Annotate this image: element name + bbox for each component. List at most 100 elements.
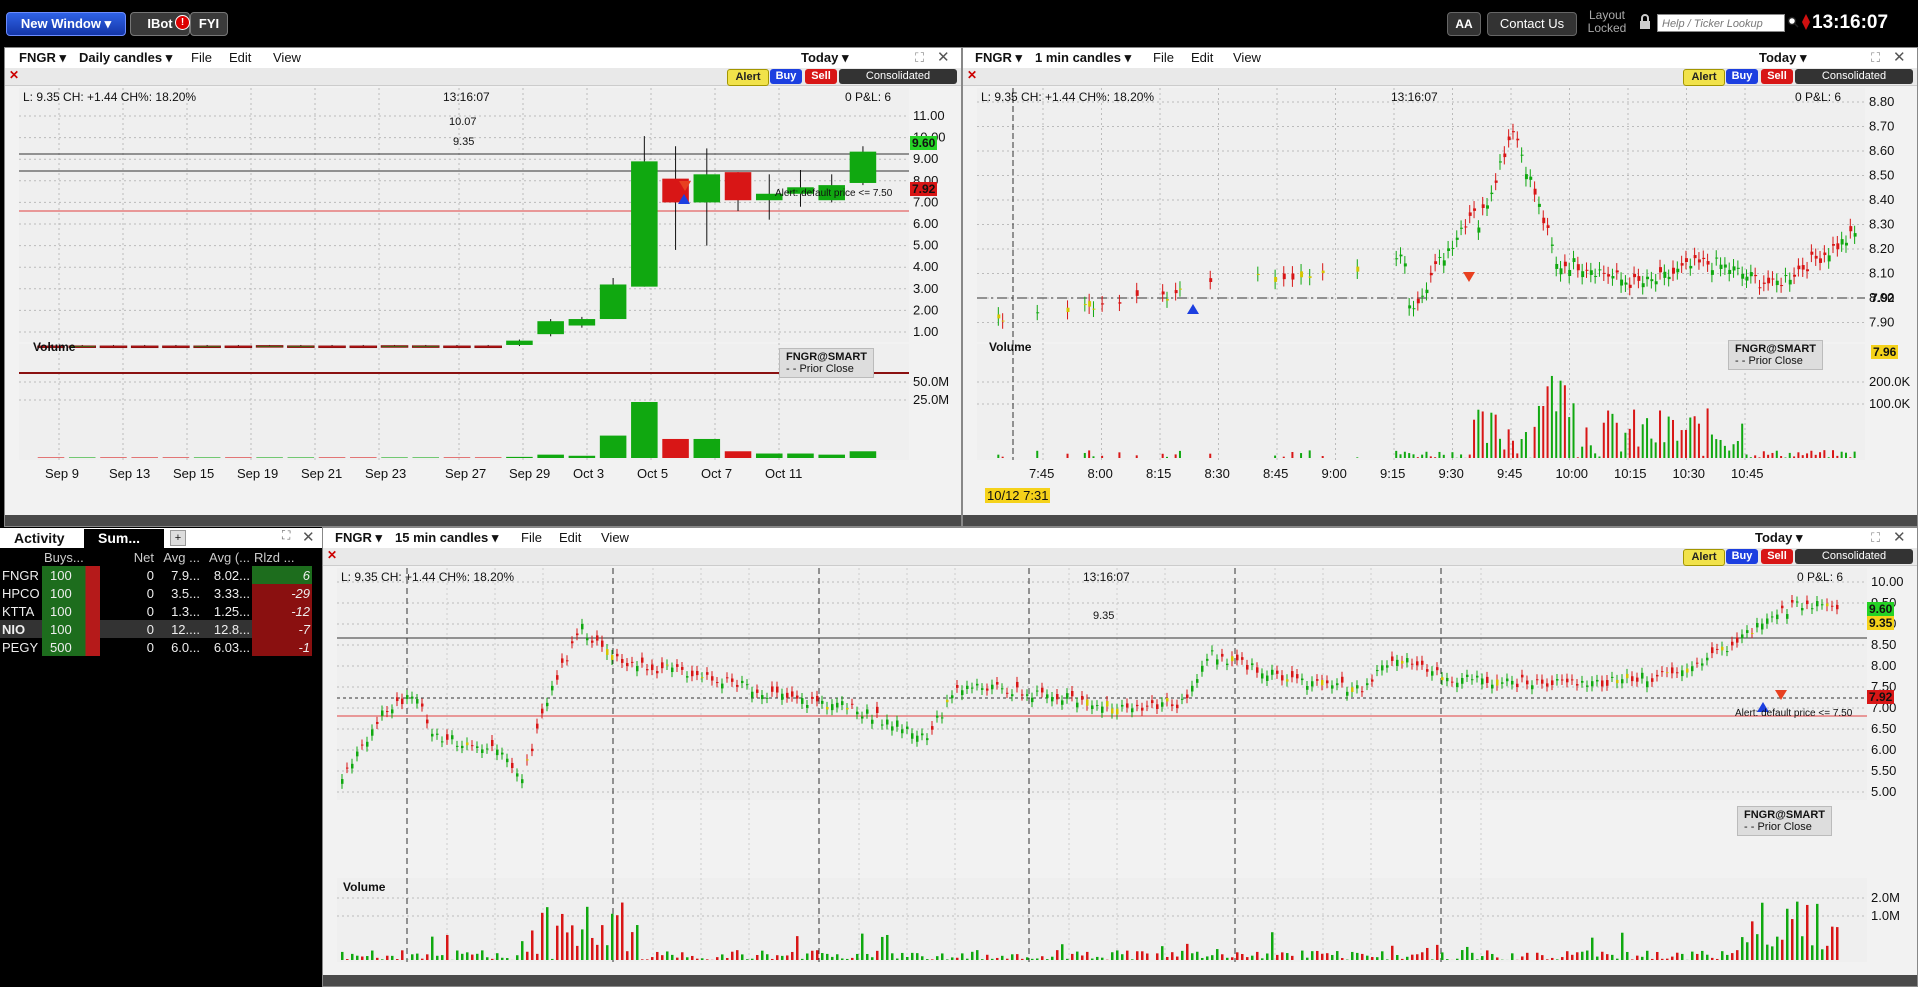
- table-row[interactable]: HPCO 100 0 3.5... 3.33... -29: [0, 584, 312, 602]
- tab-activity[interactable]: Activity: [0, 528, 80, 548]
- candle: [691, 670, 694, 677]
- contact-us-button[interactable]: Contact Us: [1487, 12, 1577, 36]
- time-scrollbar[interactable]: [5, 515, 961, 526]
- ticker-lookup-input[interactable]: Help / Ticker Lookup: [1657, 14, 1785, 32]
- menu-file[interactable]: File: [1153, 48, 1174, 68]
- menu-view[interactable]: View: [601, 528, 629, 548]
- alert-button[interactable]: Alert: [727, 69, 769, 86]
- volume-bar: [721, 954, 724, 960]
- chart-legend[interactable]: FNGR@SMART - - Prior Close: [779, 348, 874, 378]
- table-row[interactable]: FNGR 100 0 7.9... 8.02... 6: [0, 566, 312, 584]
- candle: [537, 321, 564, 335]
- daily-candles-chart[interactable]: 11.0010.009.008.007.006.005.004.003.002.…: [5, 86, 962, 527]
- menu-edit[interactable]: Edit: [559, 528, 581, 548]
- sell-button[interactable]: Sell: [1761, 69, 1793, 84]
- interval-selector[interactable]: 15 min candles ▾: [395, 528, 498, 548]
- time-scrollbar[interactable]: [963, 515, 1917, 526]
- close-icon[interactable]: ✕: [937, 48, 950, 68]
- alert-button[interactable]: Alert: [1683, 69, 1725, 86]
- fyi-button[interactable]: FYI: [190, 12, 228, 36]
- menu-edit[interactable]: Edit: [229, 48, 251, 68]
- volume-bar: [1776, 936, 1779, 960]
- volume-bar: [1201, 957, 1204, 960]
- close-small-icon[interactable]: ✕: [327, 548, 337, 562]
- sell-button[interactable]: Sell: [1761, 549, 1793, 564]
- table-row[interactable]: NIO 100 0 12.... 12.8... -7: [0, 620, 312, 638]
- today-selector[interactable]: Today ▾: [801, 48, 848, 68]
- table-row[interactable]: PEGY 500 0 6.0... 6.03... -1: [0, 638, 312, 656]
- consolidated-button[interactable]: Consolidated: [1795, 549, 1913, 564]
- volume-bar: [1559, 380, 1562, 458]
- volume-bar: [37, 457, 65, 458]
- col-buys[interactable]: Buys...: [42, 548, 100, 566]
- tab-summary[interactable]: Sum...: [84, 529, 164, 548]
- menu-file[interactable]: File: [521, 528, 542, 548]
- new-window-button[interactable]: New Window ▾: [6, 12, 126, 36]
- lock-icon[interactable]: [1639, 14, 1651, 30]
- volume-bar: [1490, 412, 1493, 458]
- candle: [381, 710, 384, 716]
- ibot-button[interactable]: IBot!: [130, 12, 190, 36]
- volume-bar: [1191, 953, 1194, 960]
- candle: [1684, 258, 1688, 262]
- volume-bar: [466, 952, 469, 960]
- buy-button[interactable]: Buy: [770, 69, 802, 84]
- volume-bar: [443, 457, 471, 458]
- minute-candles-chart[interactable]: 8.808.708.608.508.408.308.208.108.007.90…: [963, 86, 1918, 527]
- layout-locked-label[interactable]: Layout Locked: [1585, 9, 1629, 35]
- maximize-icon[interactable]: ⛶: [1871, 528, 1880, 548]
- fifteen-minute-candles-chart[interactable]: 10.009.509.008.508.007.507.006.506.005.5…: [323, 566, 1918, 987]
- col-avg2[interactable]: Avg (...: [202, 548, 252, 566]
- close-icon[interactable]: ✕: [1893, 48, 1906, 68]
- candle: [1174, 290, 1178, 294]
- interval-selector[interactable]: 1 min candles ▾: [1035, 48, 1131, 68]
- volume-bar: [1681, 953, 1684, 960]
- search-icon[interactable]: [1787, 14, 1799, 30]
- candle: [411, 696, 414, 699]
- symbol-selector[interactable]: FNGR ▾: [975, 48, 1022, 68]
- consolidated-button[interactable]: Consolidated: [839, 69, 957, 84]
- table-row[interactable]: KTTA 100 0 1.3... 1.25... -12: [0, 602, 312, 620]
- col-avg[interactable]: Avg ...: [156, 548, 202, 566]
- today-selector[interactable]: Today ▾: [1755, 528, 1802, 548]
- col-net[interactable]: Net: [100, 548, 156, 566]
- candle: [1451, 247, 1455, 249]
- candle: [1536, 679, 1539, 681]
- menu-view[interactable]: View: [1233, 48, 1261, 68]
- time-scrollbar[interactable]: [323, 975, 1917, 986]
- candle: [611, 654, 614, 660]
- volume-bar: [1716, 958, 1719, 960]
- close-icon[interactable]: ✕: [1893, 528, 1906, 548]
- x-tick-label: Oct 3: [573, 466, 604, 481]
- menu-file[interactable]: File: [191, 48, 212, 68]
- close-small-icon[interactable]: ✕: [967, 68, 977, 82]
- maximize-icon[interactable]: ⛶: [915, 48, 924, 68]
- consolidated-button[interactable]: Consolidated: [1795, 69, 1913, 84]
- sell-button[interactable]: Sell: [805, 69, 837, 84]
- close-icon[interactable]: ✕: [302, 528, 315, 546]
- chart-legend[interactable]: FNGR@SMART - - Prior Close: [1737, 806, 1832, 836]
- maximize-icon[interactable]: ⛶: [1871, 48, 1880, 68]
- symbol-selector[interactable]: FNGR ▾: [335, 528, 382, 548]
- chart-legend[interactable]: FNGR@SMART - - Prior Close: [1728, 340, 1823, 370]
- buy-button[interactable]: Buy: [1726, 549, 1758, 564]
- maximize-icon[interactable]: ⛶: [282, 528, 290, 543]
- font-size-button[interactable]: AA: [1447, 12, 1481, 36]
- alert-button[interactable]: Alert: [1683, 549, 1725, 566]
- close-small-icon[interactable]: ✕: [9, 68, 19, 82]
- candle: [474, 345, 502, 349]
- today-selector[interactable]: Today ▾: [1759, 48, 1806, 68]
- symbol-selector[interactable]: FNGR ▾: [19, 48, 66, 68]
- volume-bar: [1226, 957, 1229, 960]
- interval-selector[interactable]: Daily candles ▾: [79, 48, 172, 68]
- volume-bar: [1351, 951, 1354, 960]
- col-rlzd[interactable]: Rlzd ...: [252, 548, 312, 566]
- volume-bar: [1797, 452, 1800, 458]
- menu-view[interactable]: View: [273, 48, 301, 68]
- candle: [1131, 708, 1134, 713]
- buy-button[interactable]: Buy: [1726, 69, 1758, 84]
- add-tab-icon[interactable]: +: [170, 530, 186, 546]
- volume-bar: [606, 945, 609, 960]
- menu-edit[interactable]: Edit: [1191, 48, 1213, 68]
- col-symbol[interactable]: [0, 548, 42, 566]
